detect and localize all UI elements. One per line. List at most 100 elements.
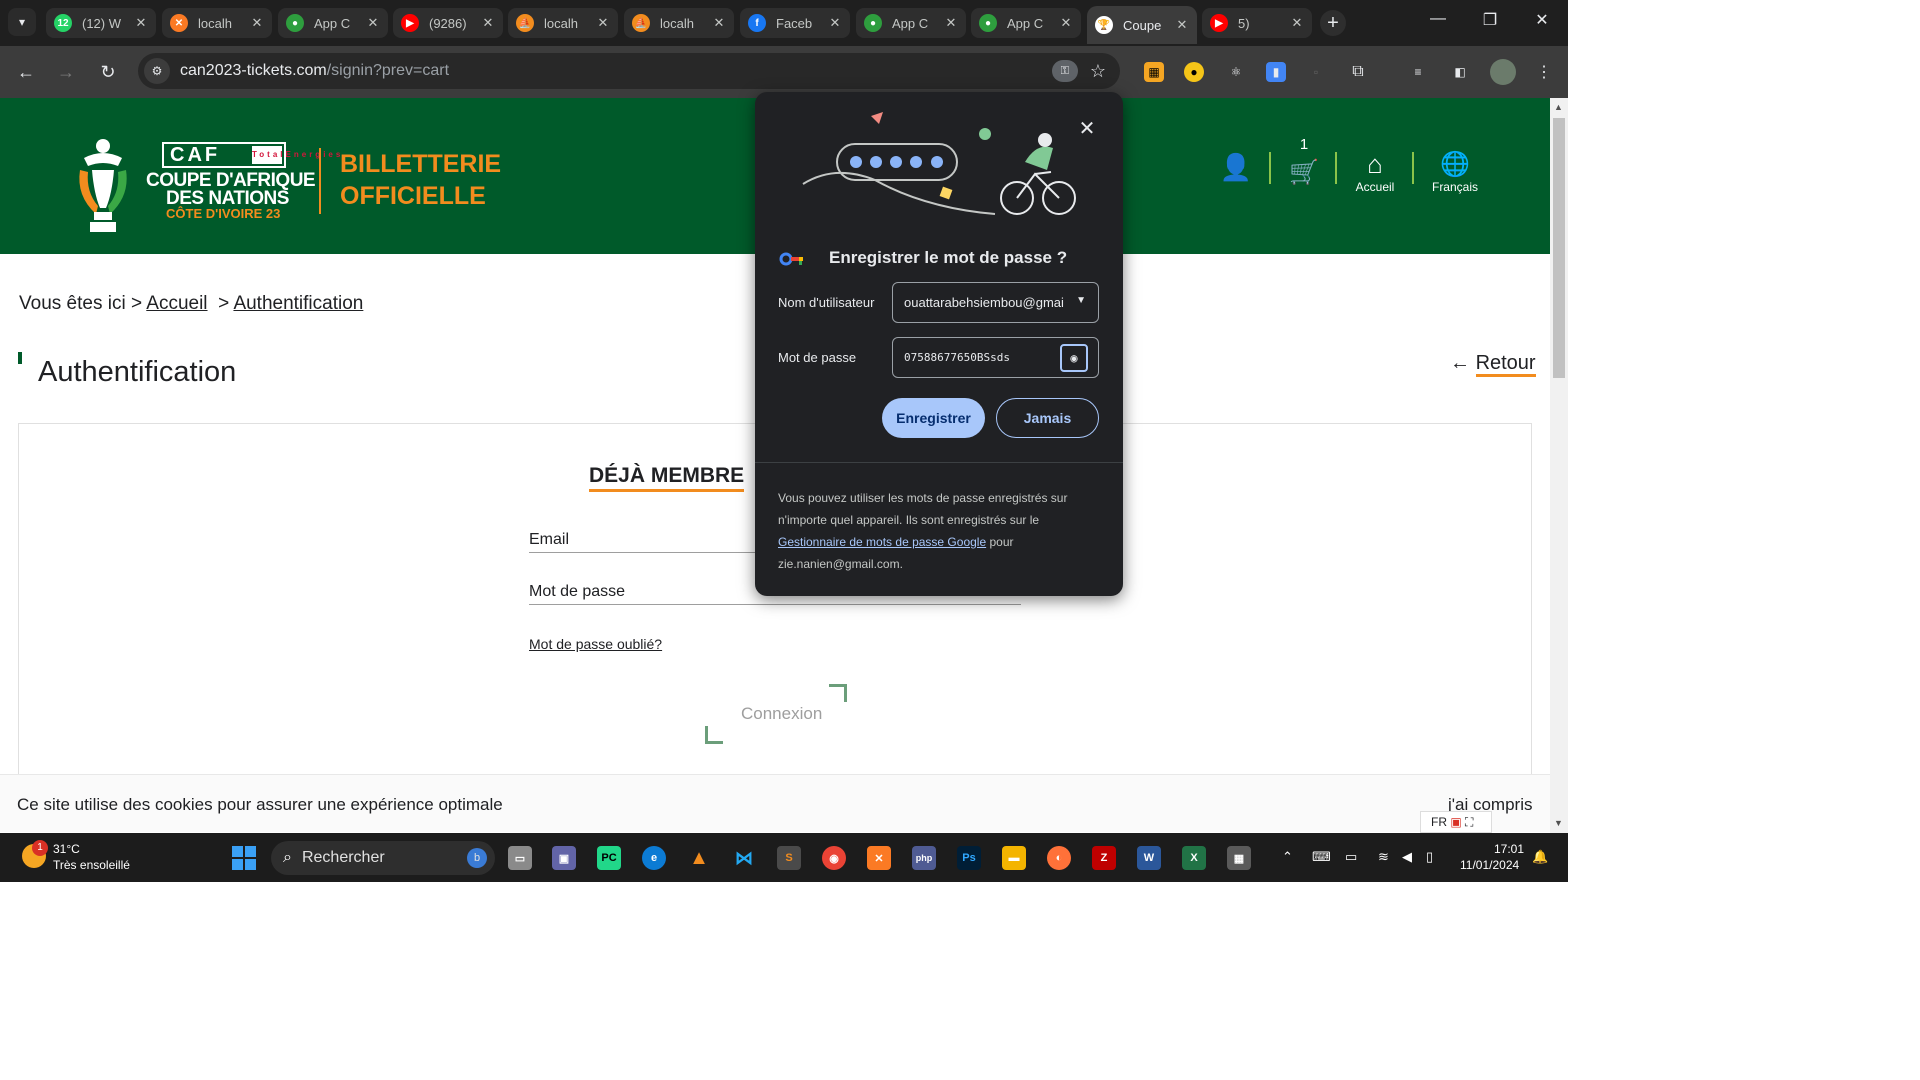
- browser-tab[interactable]: ⛵ localh ✕: [508, 8, 618, 38]
- tab-close-icon[interactable]: ✕: [712, 15, 726, 31]
- tab-close-icon[interactable]: ✕: [828, 15, 842, 31]
- password-label: Mot de passe: [529, 583, 626, 600]
- firefox-icon[interactable]: ◐: [1047, 846, 1071, 870]
- afcon-trophy-logo[interactable]: [72, 136, 134, 236]
- keyboard-icon[interactable]: ⌨: [1312, 849, 1331, 865]
- tab-close-icon[interactable]: ✕: [1290, 15, 1304, 31]
- address-bar[interactable]: ⚙ can2023-tickets.com/signin?prev=cart ⚿…: [138, 53, 1120, 89]
- browser-menu-icon[interactable]: ⋮: [1534, 62, 1554, 82]
- scroll-thumb[interactable]: [1553, 118, 1565, 378]
- minimize-icon[interactable]: —: [1426, 10, 1450, 28]
- password-manager-link[interactable]: Gestionnaire de mots de passe Google: [778, 535, 986, 549]
- browser-tab[interactable]: ▶ (9286) ✕: [393, 8, 503, 38]
- volume-icon[interactable]: ◀: [1402, 849, 1412, 865]
- browser-tab[interactable]: f Faceb ✕: [740, 8, 850, 38]
- word-icon[interactable]: W: [1137, 846, 1161, 870]
- password-label: Mot de passe: [778, 350, 857, 365]
- wifi-icon[interactable]: ≋: [1378, 849, 1389, 865]
- browser-tab[interactable]: ⛵ localh ✕: [624, 8, 734, 38]
- media-control-icon[interactable]: ≡: [1408, 62, 1428, 82]
- password-input[interactable]: 07588677650BSsds ◉: [892, 337, 1099, 378]
- hide-password-icon[interactable]: ◉: [1060, 344, 1088, 372]
- extension-icon[interactable]: ▮: [1266, 62, 1286, 82]
- tray-overflow-icon[interactable]: ⌃: [1282, 849, 1293, 865]
- browser-tab[interactable]: 12 (12) W ✕: [46, 8, 156, 38]
- never-save-button[interactable]: Jamais: [996, 398, 1099, 438]
- chat-icon[interactable]: ▣: [552, 846, 576, 870]
- chrome-icon[interactable]: ◉: [822, 846, 846, 870]
- tab-close-icon[interactable]: ✕: [596, 15, 610, 31]
- tab-close-icon[interactable]: ✕: [481, 15, 495, 31]
- back-link[interactable]: ← Retour: [1450, 352, 1536, 377]
- reload-icon[interactable]: ↻: [96, 60, 120, 84]
- battery-icon[interactable]: ▯: [1426, 849, 1433, 865]
- home-link[interactable]: ⌂ Accueil: [1350, 150, 1400, 194]
- restore-icon[interactable]: ❐: [1478, 10, 1502, 30]
- taskbar-search[interactable]: ⌕ Rechercher b: [271, 841, 495, 875]
- xampp-icon[interactable]: ✕: [867, 846, 891, 870]
- tab-close-icon[interactable]: ✕: [366, 15, 380, 31]
- forward-icon[interactable]: →: [54, 60, 78, 84]
- input-language-badge[interactable]: FR ▣ ⛶: [1420, 811, 1492, 833]
- notification-bell-icon[interactable]: 🔔: [1532, 849, 1548, 865]
- react-devtools-icon[interactable]: ⚛: [1226, 62, 1246, 82]
- page-scrollbar[interactable]: ▲ ▼: [1550, 98, 1568, 833]
- browser-tab[interactable]: ▶ 5) ✕: [1202, 8, 1312, 38]
- extension-icon[interactable]: ●: [1184, 62, 1204, 82]
- tab-close-icon[interactable]: ✕: [250, 15, 264, 31]
- bookmark-star-icon[interactable]: ☆: [1090, 61, 1106, 82]
- save-password-button[interactable]: Enregistrer: [882, 398, 985, 438]
- tab-close-icon[interactable]: ✕: [1059, 15, 1073, 31]
- back-icon[interactable]: ←: [14, 60, 38, 84]
- browser-tab[interactable]: ● App C ✕: [278, 8, 388, 38]
- password-key-icon[interactable]: ⚿: [1051, 60, 1078, 82]
- user-account-icon[interactable]: 👤: [1216, 152, 1256, 183]
- url-text[interactable]: can2023-tickets.com/signin?prev=cart: [180, 62, 1052, 80]
- pycharm-icon[interactable]: PC: [597, 846, 621, 870]
- clock-date[interactable]: 11/01/2024: [1460, 858, 1519, 872]
- forgot-password-link[interactable]: Mot de passe oublié?: [529, 636, 662, 652]
- browser-tab[interactable]: ✕ localh ✕: [162, 8, 272, 38]
- clock-time[interactable]: 17:01: [1494, 842, 1524, 856]
- tab-search-button[interactable]: ▾: [8, 8, 36, 36]
- extensions-puzzle-icon[interactable]: ⧉: [1348, 62, 1368, 82]
- excel-icon[interactable]: X: [1182, 846, 1206, 870]
- filezilla-icon[interactable]: Z: [1092, 846, 1116, 870]
- login-button[interactable]: Connexion: [705, 684, 847, 744]
- windows-start-icon[interactable]: [232, 846, 256, 870]
- task-view-icon[interactable]: ▭: [508, 846, 532, 870]
- breadcrumb-current-link[interactable]: Authentification: [233, 293, 363, 314]
- browser-tab[interactable]: ● App C ✕: [971, 8, 1081, 38]
- weather-description[interactable]: Très ensoleillé: [53, 858, 130, 872]
- close-window-icon[interactable]: ✕: [1530, 10, 1554, 30]
- photoshop-icon[interactable]: Ps: [957, 846, 981, 870]
- cart-icon[interactable]: 🛒: [1288, 158, 1320, 187]
- browser-tab[interactable]: ● App C ✕: [856, 8, 966, 38]
- display-icon[interactable]: ▭: [1345, 849, 1357, 865]
- expand-icon: ⛶: [1465, 815, 1474, 829]
- username-select[interactable]: ouattarabehsiembou@gmai ▼: [892, 282, 1099, 323]
- profile-avatar[interactable]: [1490, 59, 1516, 85]
- file-explorer-icon[interactable]: ▬: [1002, 846, 1026, 870]
- tab-close-icon[interactable]: ✕: [134, 15, 148, 31]
- vlc-icon[interactable]: ▲: [687, 846, 711, 870]
- extension-icon[interactable]: ▫: [1306, 62, 1326, 82]
- breadcrumb-home-link[interactable]: Accueil: [146, 293, 207, 314]
- tab-close-icon[interactable]: ✕: [944, 15, 958, 31]
- scroll-down-icon[interactable]: ▼: [1554, 818, 1563, 828]
- vscode-icon[interactable]: ⋈: [732, 846, 756, 870]
- extension-icon[interactable]: ▦: [1144, 62, 1164, 82]
- browser-tab[interactable]: 🏆 Coupe ✕: [1087, 6, 1197, 44]
- close-icon[interactable]: ✕: [1077, 116, 1097, 141]
- scroll-up-icon[interactable]: ▲: [1554, 102, 1563, 112]
- language-switcher[interactable]: 🌐 Français: [1426, 152, 1484, 195]
- side-panel-icon[interactable]: ◧: [1450, 62, 1470, 82]
- site-info-icon[interactable]: ⚙: [144, 58, 170, 84]
- new-tab-button[interactable]: +: [1320, 10, 1346, 36]
- temperature[interactable]: 31°C: [53, 842, 80, 856]
- sublime-icon[interactable]: S: [777, 846, 801, 870]
- edge-icon[interactable]: e: [642, 846, 666, 870]
- calculator-icon[interactable]: ▦: [1227, 846, 1251, 870]
- tab-close-icon[interactable]: ✕: [1175, 17, 1189, 33]
- php-icon[interactable]: php: [912, 846, 936, 870]
